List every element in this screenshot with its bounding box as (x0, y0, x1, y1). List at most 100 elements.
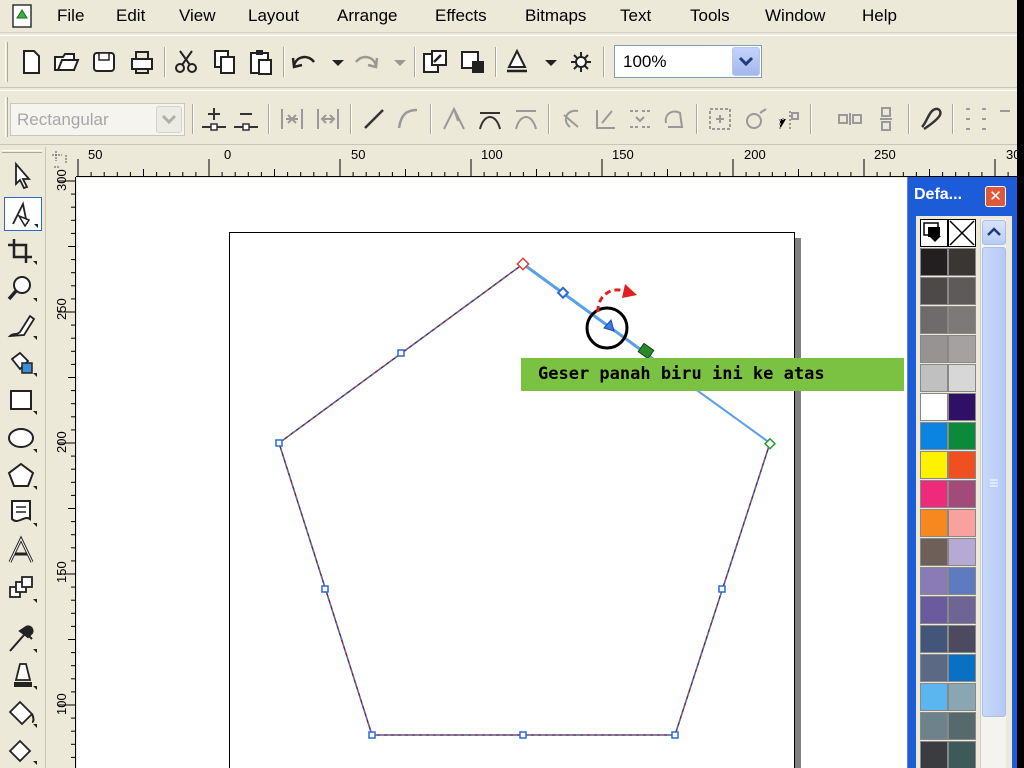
reflect-horizontal-icon[interactable] (836, 105, 864, 133)
select-all-nodes-icon[interactable] (962, 105, 990, 133)
import-icon[interactable] (421, 48, 449, 76)
export-icon[interactable] (459, 48, 487, 76)
copy-icon[interactable] (210, 48, 238, 76)
menu-help[interactable]: Help (862, 5, 897, 27)
color-swatch[interactable] (948, 248, 976, 276)
color-swatch[interactable] (948, 277, 976, 305)
color-swatch[interactable] (920, 741, 948, 768)
symmetric-node-icon[interactable] (512, 105, 540, 133)
node[interactable] (671, 731, 679, 739)
horizontal-ruler[interactable]: 50 0 50 100 150 200 250 30 (76, 147, 1024, 177)
new-document-icon[interactable] (17, 48, 45, 76)
pentagon-shape[interactable] (278, 263, 771, 736)
join-nodes-icon[interactable] (278, 105, 306, 133)
reflect-vertical-icon[interactable] (872, 105, 900, 133)
app-icon[interactable] (10, 4, 34, 28)
vertical-ruler[interactable]: 300 250 200 150 100 (48, 169, 76, 768)
color-swatch[interactable] (920, 364, 948, 392)
ellipse-tool[interactable] (4, 423, 42, 457)
palette-scrollbar[interactable] (980, 219, 1006, 768)
toolbox-grip[interactable] (2, 150, 42, 153)
interactive-blend-tool[interactable] (4, 573, 42, 607)
color-swatch[interactable] (948, 741, 976, 768)
color-swatch[interactable] (948, 451, 976, 479)
freehand-tool[interactable] (4, 310, 42, 344)
color-swatch[interactable] (948, 683, 976, 711)
color-swatch[interactable] (948, 422, 976, 450)
scroll-up-button[interactable] (982, 220, 1006, 245)
open-folder-icon[interactable] (52, 48, 80, 76)
color-swatch[interactable] (948, 364, 976, 392)
palette-flyout-button[interactable] (920, 219, 948, 247)
reverse-direction-icon[interactable] (558, 105, 586, 133)
convert-to-line-icon[interactable] (360, 105, 388, 133)
align-nodes-icon[interactable] (776, 105, 804, 133)
color-swatch[interactable] (948, 480, 976, 508)
extract-subpath-icon[interactable] (626, 105, 654, 133)
color-swatch[interactable] (948, 393, 976, 421)
color-swatch[interactable] (920, 335, 948, 363)
auto-close-curve-icon[interactable] (660, 105, 688, 133)
selection-mode-combo[interactable]: Rectangular (10, 103, 185, 136)
color-swatch[interactable] (948, 306, 976, 334)
color-swatch[interactable] (920, 422, 948, 450)
control-point[interactable] (397, 349, 405, 357)
polygon-tool[interactable] (4, 460, 42, 494)
outline-tool[interactable] (4, 660, 42, 694)
menu-arrange[interactable]: Arrange (337, 5, 397, 27)
color-swatch[interactable] (920, 277, 948, 305)
zoom-tool[interactable] (4, 272, 42, 306)
color-swatch[interactable] (948, 712, 976, 740)
cusp-node-icon[interactable] (440, 105, 468, 133)
selection-mode-dropdown[interactable] (156, 106, 182, 133)
color-swatch[interactable] (948, 509, 976, 537)
node[interactable] (275, 439, 283, 447)
menu-effects[interactable]: Effects (435, 5, 487, 27)
corel-online-icon[interactable] (567, 48, 595, 76)
rotate-skew-nodes-icon[interactable] (742, 105, 770, 133)
redo-icon[interactable] (352, 48, 380, 76)
color-swatch[interactable] (920, 509, 948, 537)
toolbar-grip[interactable] (5, 97, 8, 137)
color-swatch[interactable] (920, 654, 948, 682)
toolbar-grip[interactable] (5, 42, 8, 82)
control-point[interactable] (718, 585, 726, 593)
rectangle-tool[interactable] (4, 385, 42, 419)
color-swatch[interactable] (948, 596, 976, 624)
fill-tool[interactable] (4, 698, 42, 732)
color-swatch[interactable] (920, 625, 948, 653)
smooth-node-icon[interactable] (476, 105, 504, 133)
color-swatch[interactable] (920, 683, 948, 711)
add-node-icon[interactable] (200, 105, 228, 133)
zoom-dropdown-button[interactable] (732, 47, 760, 76)
extend-curve-icon[interactable] (592, 105, 620, 133)
menu-bitmaps[interactable]: Bitmaps (525, 5, 586, 27)
interactive-fill-tool[interactable] (4, 735, 42, 768)
drawing-canvas[interactable]: Geser panah biru ini ke atas (77, 178, 907, 768)
color-swatch[interactable] (920, 306, 948, 334)
stretch-scale-nodes-icon[interactable] (706, 105, 734, 133)
menu-layout[interactable]: Layout (248, 5, 299, 27)
color-swatch[interactable] (920, 248, 948, 276)
color-swatch[interactable] (920, 451, 948, 479)
color-swatch[interactable] (948, 654, 976, 682)
scroll-thumb[interactable] (982, 247, 1006, 717)
control-point[interactable] (321, 585, 329, 593)
menu-text[interactable]: Text (620, 5, 651, 27)
menu-window[interactable]: Window (765, 5, 825, 27)
basic-shapes-tool[interactable] (4, 497, 42, 531)
convert-to-curve-icon[interactable] (394, 105, 422, 133)
menu-file[interactable]: File (57, 5, 84, 27)
break-curve-icon[interactable] (314, 105, 342, 133)
text-tool[interactable] (4, 535, 42, 569)
color-swatch[interactable] (948, 567, 976, 595)
color-swatch[interactable] (920, 393, 948, 421)
paste-icon[interactable] (247, 48, 275, 76)
redo-dropdown-icon[interactable] (386, 48, 414, 76)
zoom-level-combo[interactable]: 100% (614, 45, 762, 78)
menu-tools[interactable]: Tools (690, 5, 730, 27)
color-swatch[interactable] (920, 538, 948, 566)
close-button[interactable]: ✕ (985, 186, 1006, 207)
eyedropper-tool[interactable] (4, 623, 42, 657)
menu-edit[interactable]: Edit (116, 5, 145, 27)
